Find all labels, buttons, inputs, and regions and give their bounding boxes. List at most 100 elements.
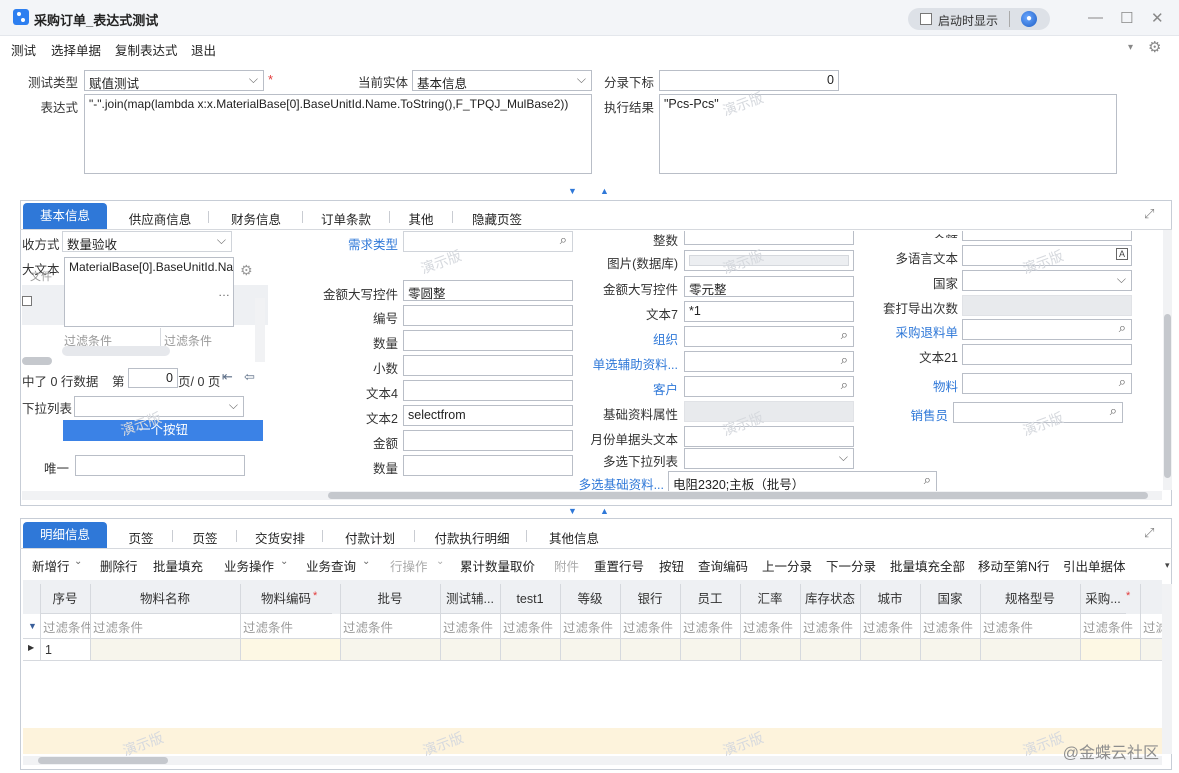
text21-input[interactable]: [962, 344, 1132, 365]
col-grade[interactable]: 等级: [560, 584, 620, 614]
tab-detail-info[interactable]: 明细信息: [23, 522, 107, 548]
col-material-code[interactable]: 物料编码: [240, 584, 332, 614]
text7-input[interactable]: *1: [684, 301, 854, 322]
query-code-button[interactable]: 查询编码: [698, 556, 748, 575]
batch-fill-all-button[interactable]: 批量填充全部: [890, 556, 965, 575]
menu-select-bill[interactable]: 选择单据: [51, 40, 101, 59]
filter-grade[interactable]: 过滤条件: [560, 618, 620, 638]
next-entry-button[interactable]: 下一分录: [826, 556, 876, 575]
expand-icon[interactable]: ⤢: [1144, 206, 1154, 222]
menu-test[interactable]: 测试: [11, 40, 36, 59]
business-operation-button[interactable]: 业务操作: [224, 556, 274, 575]
country-select[interactable]: [962, 270, 1132, 291]
collapse-up-icon[interactable]: ▲: [600, 186, 609, 196]
col-country[interactable]: 国家: [920, 584, 980, 614]
button-button[interactable]: 按钮: [659, 556, 684, 575]
page-input[interactable]: 0: [128, 368, 178, 388]
col-purchase[interactable]: 采购...: [1080, 584, 1126, 614]
amount-caps-input[interactable]: 零圆整: [403, 280, 573, 301]
close-icon[interactable]: ✕: [1151, 9, 1164, 27]
return-order-input[interactable]: [962, 319, 1132, 340]
panel-vscroll-thumb[interactable]: [1164, 314, 1171, 478]
col-test1[interactable]: test1: [500, 584, 560, 614]
tab-payment-plan[interactable]: 付款计划: [334, 528, 406, 547]
tab-supplier-info[interactable]: 供应商信息: [118, 209, 202, 228]
text4-input[interactable]: [403, 380, 573, 401]
col-employee[interactable]: 员工: [680, 584, 740, 614]
accum-qty-price-button[interactable]: 累计数量取价: [460, 556, 535, 575]
filter-country[interactable]: 过滤条件: [920, 618, 980, 638]
org-label[interactable]: 组织: [594, 329, 678, 348]
quantity2-input[interactable]: [403, 455, 573, 476]
add-row-button[interactable]: 新增行: [32, 556, 70, 575]
move-to-row-button[interactable]: 移动至第N行: [978, 556, 1050, 575]
number-input[interactable]: [403, 305, 573, 326]
reset-row-button[interactable]: 重置行号: [594, 556, 644, 575]
picture-box[interactable]: [684, 250, 854, 271]
batch-fill-button[interactable]: 批量填充: [153, 556, 203, 575]
filter-material-name[interactable]: 过滤条件: [90, 618, 240, 638]
filter-seq[interactable]: 过滤条件: [40, 618, 90, 638]
grid-vscroll[interactable]: [1162, 584, 1172, 754]
amount-top-input[interactable]: [962, 231, 1132, 241]
globe-icon[interactable]: ●: [1021, 11, 1037, 27]
bigtext-textarea[interactable]: MaterialBase[0].BaseUnitId.Name.ToString…: [64, 257, 234, 327]
material-input[interactable]: [962, 373, 1132, 394]
collapse-down-icon[interactable]: ▼: [568, 186, 577, 196]
tab-page-1[interactable]: 页签: [114, 528, 168, 547]
menu-exit[interactable]: 退出: [191, 40, 216, 59]
mini-grid-scroll-thumb[interactable]: [22, 357, 52, 365]
decimal-input[interactable]: [403, 355, 573, 376]
single-aux-label[interactable]: 单选辅助资料...: [590, 354, 678, 373]
chevron-down-icon[interactable]: ⌄: [436, 556, 444, 567]
col-seq[interactable]: 序号: [40, 584, 90, 614]
col-stock-status[interactable]: 库存状态: [800, 584, 860, 614]
expand-icon-2[interactable]: ⤢: [1144, 525, 1154, 541]
tab-finance-info[interactable]: 财务信息: [214, 209, 298, 228]
tab-other-info[interactable]: 其他信息: [538, 528, 610, 547]
multi-dropdown-select[interactable]: [684, 448, 854, 469]
grid-hscroll[interactable]: [23, 756, 1162, 765]
amount-caps-input-2[interactable]: 零元整: [684, 276, 854, 297]
panel-hscroll-thumb[interactable]: [328, 492, 1148, 499]
export-entity-button[interactable]: 引出单据体: [1063, 556, 1126, 575]
more-tools-icon[interactable]: ▾: [1165, 560, 1170, 571]
tab-payment-exec[interactable]: 付款执行明细: [424, 528, 520, 547]
chevron-down-icon[interactable]: ⌄: [280, 556, 288, 567]
filter-rate[interactable]: 过滤条件: [740, 618, 800, 638]
pin-icon[interactable]: ▾: [1128, 42, 1133, 53]
chevron-down-icon[interactable]: ⌄: [74, 556, 82, 567]
multi-base-input[interactable]: 电阻2320;主板（批号）: [668, 471, 937, 492]
tab-order-terms[interactable]: 订单条款: [304, 209, 388, 228]
tab-basic-info[interactable]: 基本信息: [23, 203, 107, 229]
filter-city[interactable]: 过滤条件: [860, 618, 920, 638]
expression-textarea[interactable]: "-".join(map(lambda x:x.MaterialBase[0].…: [84, 94, 592, 174]
language-icon[interactable]: A: [1116, 248, 1128, 260]
demand-type-input[interactable]: [403, 231, 573, 252]
material-label[interactable]: 物料: [870, 376, 958, 395]
customer-input[interactable]: [684, 376, 854, 397]
delete-row-button[interactable]: 删除行: [100, 556, 138, 575]
business-query-button[interactable]: 业务查询: [306, 556, 356, 575]
filter-stock-status[interactable]: 过滤条件: [800, 618, 860, 638]
filter-bank[interactable]: 过滤条件: [620, 618, 680, 638]
table-row[interactable]: [40, 638, 1162, 660]
entry-index-input[interactable]: 0: [659, 70, 839, 91]
filter-test1[interactable]: 过滤条件: [500, 618, 560, 638]
col-spec[interactable]: 规格型号: [980, 584, 1080, 614]
amount-input[interactable]: [403, 430, 573, 451]
required-cell[interactable]: [240, 638, 340, 660]
unique-input[interactable]: [75, 455, 245, 476]
filter-icon[interactable]: ▼: [28, 621, 37, 631]
next-page-icon[interactable]: ⇦: [244, 369, 255, 385]
mini-grid-checkbox[interactable]: [22, 296, 32, 306]
maximize-icon[interactable]: ☐: [1120, 9, 1133, 27]
prev-page-icon[interactable]: ⇤: [222, 369, 233, 385]
customer-label[interactable]: 客户: [594, 379, 678, 398]
grid-hscroll-thumb[interactable]: [38, 757, 168, 764]
col-rate[interactable]: 汇率: [740, 584, 800, 614]
required-cell[interactable]: [1080, 638, 1140, 660]
tab-hidden[interactable]: 隐藏页签: [458, 209, 536, 228]
settings-icon[interactable]: ⚙: [240, 262, 253, 279]
filter-overflow[interactable]: 过滤条件: [1140, 618, 1162, 638]
